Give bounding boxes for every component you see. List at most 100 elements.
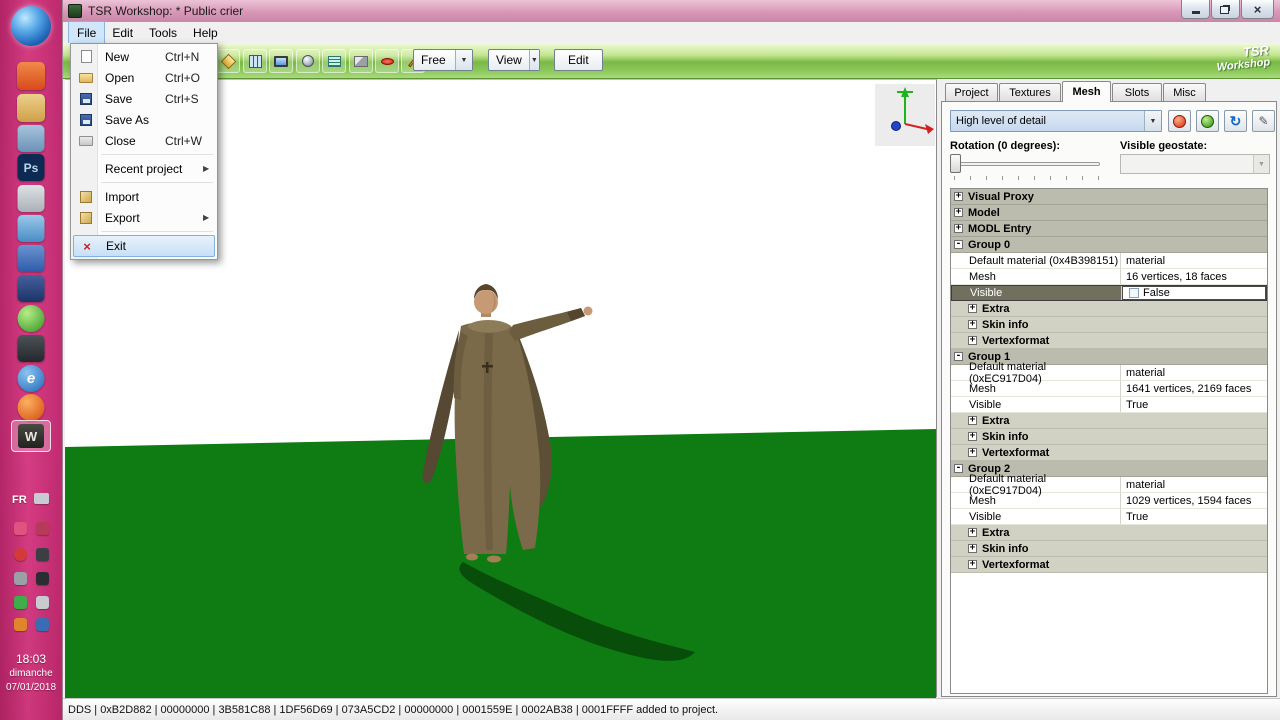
texture-tool-icon[interactable] [349, 49, 373, 73]
row-visible[interactable]: Visible True [951, 509, 1267, 525]
tab-textures[interactable]: Textures [999, 83, 1061, 102]
lod-combo[interactable]: High level of detail ▼ [950, 110, 1162, 132]
tab-project[interactable]: Project [945, 83, 998, 102]
row-extra[interactable]: + Extra [951, 525, 1267, 541]
row-skin-info[interactable]: + Skin info [951, 317, 1267, 333]
tray-icon-3[interactable] [14, 548, 27, 561]
mail-app-icon[interactable] [18, 245, 45, 272]
geostate-combo[interactable]: ▼ [1120, 154, 1270, 174]
expand-icon[interactable]: + [968, 336, 977, 345]
edit-button[interactable]: Edit [554, 49, 603, 71]
expand-icon[interactable]: + [968, 544, 977, 553]
row-vertexformat[interactable]: + Vertexformat [951, 445, 1267, 461]
menu-item-close[interactable]: Close Ctrl+W [73, 130, 215, 151]
view-combo[interactable]: View ▼ [488, 49, 540, 71]
row-visible-selected[interactable]: Visible False [951, 285, 1267, 301]
menu-help[interactable]: Help [185, 22, 226, 43]
tray-icon-4[interactable] [36, 548, 49, 561]
expand-icon[interactable]: + [954, 224, 963, 233]
preview-screen-icon[interactable] [269, 49, 293, 73]
row-mesh[interactable]: Mesh 16 vertices, 18 faces [951, 269, 1267, 285]
rotation-slider-track[interactable] [952, 162, 1100, 166]
expand-icon[interactable]: + [954, 208, 963, 217]
group-header-group0[interactable]: - Group 0 [951, 237, 1267, 253]
row-extra[interactable]: + Extra [951, 413, 1267, 429]
windows-start-orb[interactable] [11, 6, 51, 46]
expand-icon[interactable]: + [968, 320, 977, 329]
menu-item-save[interactable]: Save Ctrl+S [73, 88, 215, 109]
prop-value[interactable]: material [1121, 365, 1267, 380]
firefox-icon[interactable] [18, 394, 45, 421]
tray-icon-9[interactable] [14, 618, 27, 631]
tab-mesh[interactable]: Mesh [1062, 81, 1111, 102]
row-extra[interactable]: + Extra [951, 301, 1267, 317]
row-skin-info[interactable]: + Skin info [951, 541, 1267, 557]
refresh-button[interactable]: ↻ [1224, 110, 1247, 132]
compass-tool-icon[interactable] [216, 49, 240, 73]
expand-icon[interactable]: + [968, 304, 977, 313]
photoshop-icon[interactable]: Ps [18, 154, 45, 181]
keyboard-layout-icon[interactable] [34, 493, 49, 504]
menu-item-export[interactable]: Export ▶ [73, 207, 215, 228]
import-mesh-button[interactable] [1168, 110, 1191, 132]
sphere-tool-icon[interactable] [296, 49, 320, 73]
menu-item-exit[interactable]: × Exit [73, 235, 215, 257]
expand-icon[interactable]: + [954, 192, 963, 201]
menu-item-import[interactable]: Import [73, 186, 215, 207]
collapse-icon[interactable]: - [954, 352, 963, 361]
tray-icon-2[interactable] [36, 522, 49, 535]
row-default-material[interactable]: Default material (0x4B398151) material [951, 253, 1267, 269]
prop-value[interactable]: 1029 vertices, 1594 faces [1121, 493, 1267, 508]
collapse-icon[interactable]: - [954, 240, 963, 249]
dark-app-icon[interactable] [18, 335, 45, 362]
menu-tools[interactable]: Tools [141, 22, 185, 43]
expand-icon[interactable]: + [968, 448, 977, 457]
row-skin-info[interactable]: + Skin info [951, 429, 1267, 445]
navy-app-icon[interactable] [18, 275, 45, 302]
tray-icon-5[interactable] [14, 572, 27, 585]
tab-misc[interactable]: Misc [1163, 83, 1206, 102]
prop-value-editor[interactable]: False [1122, 286, 1266, 300]
row-vertexformat[interactable]: + Vertexformat [951, 333, 1267, 349]
tab-slots[interactable]: Slots [1112, 83, 1162, 102]
folder-icon[interactable] [17, 94, 45, 122]
minimize-button[interactable] [1181, 0, 1210, 19]
expand-icon[interactable]: + [968, 528, 977, 537]
prop-value[interactable]: material [1121, 477, 1267, 492]
menu-file[interactable]: File [69, 22, 104, 43]
visible-checkbox[interactable] [1129, 288, 1139, 298]
expand-icon[interactable]: + [968, 560, 977, 569]
tray-icon-6[interactable] [36, 572, 49, 585]
row-mesh[interactable]: Mesh 1641 vertices, 2169 faces [951, 381, 1267, 397]
menu-item-open[interactable]: Open Ctrl+O [73, 67, 215, 88]
language-indicator[interactable]: FR [0, 494, 62, 506]
export-mesh-button[interactable] [1196, 110, 1219, 132]
prop-value[interactable]: 16 vertices, 18 faces [1121, 269, 1267, 284]
row-vertexformat[interactable]: + Vertexformat [951, 557, 1267, 573]
grid-tool-icon[interactable] [243, 49, 267, 73]
silver-app-icon[interactable] [18, 185, 45, 212]
title-bar[interactable]: TSR Workshop: * Public crier × [63, 0, 1280, 22]
table-tool-icon[interactable] [322, 49, 346, 73]
prop-value[interactable]: material [1121, 253, 1267, 268]
chevron-down-icon[interactable]: ▼ [529, 50, 539, 70]
restore-button[interactable] [1211, 0, 1240, 19]
rotation-slider-thumb[interactable] [950, 154, 961, 173]
expand-icon[interactable]: + [968, 432, 977, 441]
row-visible[interactable]: Visible True [951, 397, 1267, 413]
menu-edit[interactable]: Edit [104, 22, 141, 43]
blue-app-icon[interactable] [18, 215, 45, 242]
tray-icon-8[interactable] [36, 596, 49, 609]
collapse-icon[interactable]: - [954, 464, 963, 473]
taskbar-button-tsr-workshop[interactable]: W [11, 420, 51, 452]
photo-viewer-icon[interactable] [18, 125, 45, 152]
chevron-down-icon[interactable]: ▼ [1144, 111, 1161, 131]
row-default-material[interactable]: Default material (0xEC917D04) material [951, 365, 1267, 381]
prop-value[interactable]: True [1121, 509, 1267, 524]
tray-icon-7[interactable] [14, 596, 27, 609]
tray-icon-10[interactable] [36, 618, 49, 631]
menu-item-recent-project[interactable]: Recent project ▶ [73, 158, 215, 179]
green-ball-icon[interactable] [18, 305, 45, 332]
tray-icon-1[interactable] [14, 522, 27, 535]
chevron-down-icon[interactable]: ▼ [455, 50, 472, 70]
